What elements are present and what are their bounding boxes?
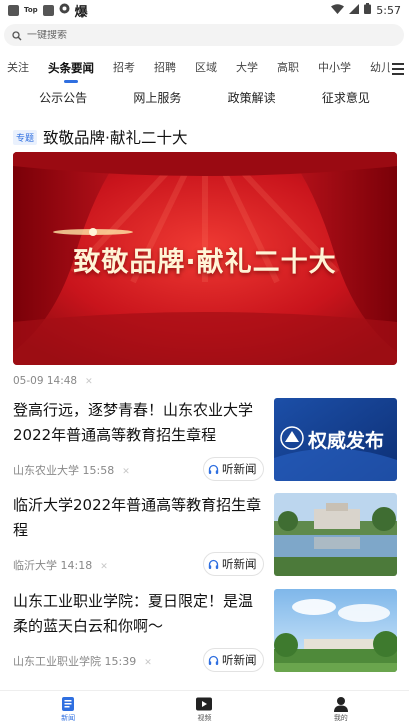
- news-icon: [62, 697, 75, 711]
- news-title: 登高行远，逐梦青春！山东农业大学2022年普通高等教育招生章程: [13, 401, 254, 444]
- search-bar[interactable]: [4, 24, 404, 46]
- search-input[interactable]: [27, 29, 367, 41]
- news-item[interactable]: 山东工业职业学院：夏日限定！是温柔的蓝天白云和你啊～ 山东工业职业学院 15:3…: [13, 589, 397, 679]
- notification-badge-icon: [59, 3, 70, 17]
- tab-vocational[interactable]: 高职: [277, 56, 299, 84]
- dismiss-icon[interactable]: ✕: [100, 562, 108, 572]
- listen-label: 听新闻: [222, 462, 257, 476]
- sub-tab-policy[interactable]: 政策解读: [228, 89, 276, 111]
- bottom-navigation: 新闻 视频 我的: [0, 690, 409, 728]
- banner-meta: 05-09 14:48 ✕: [13, 375, 93, 387]
- tab-admissions[interactable]: 招考: [113, 56, 135, 84]
- thumbnail-caption: 权威发布: [308, 430, 385, 452]
- headphones-icon: [208, 464, 219, 474]
- news-source: 山东农业大学: [13, 464, 79, 477]
- next-news-peek: [13, 683, 397, 690]
- clock-time: 5:57: [376, 3, 401, 17]
- news-title: 山东工业职业学院：夏日限定！是温柔的蓝天白云和你啊～: [13, 592, 254, 635]
- nav-video-label: 视频: [197, 714, 212, 722]
- news-meta: 山东农业大学 15:58 ✕: [13, 462, 130, 478]
- category-tab-bar: 关注 头条要闻 招考 招聘 区域 大学 高职 中小学 幼儿园: [0, 56, 409, 84]
- sub-tab-online-services[interactable]: 网上服务: [133, 89, 181, 111]
- dismiss-icon[interactable]: ✕: [144, 658, 152, 668]
- banner-title-text: 致敬品牌·献礼二十大: [73, 247, 337, 278]
- sub-tab-bar: 公示公告 网上服务 政策解读 征求意见: [0, 89, 409, 111]
- nav-video[interactable]: 视频: [174, 696, 234, 723]
- listen-news-button[interactable]: 听新闻: [203, 552, 264, 576]
- news-title: 临沂大学2022年普通高等教育招生章程: [13, 496, 262, 539]
- listen-news-button[interactable]: 听新闻: [203, 457, 264, 481]
- listen-label: 听新闻: [222, 557, 257, 571]
- nav-news-label: 新闻: [61, 714, 76, 722]
- dismiss-icon[interactable]: ✕: [122, 467, 130, 477]
- news-time: 14:18: [60, 559, 93, 572]
- news-source: 山东工业职业学院: [13, 655, 101, 668]
- news-thumbnail: [274, 493, 397, 576]
- battery-icon: [364, 3, 372, 17]
- news-item[interactable]: 登高行远，逐梦青春！山东农业大学2022年普通高等教育招生章程 山东农业大学 1…: [13, 398, 397, 488]
- sub-tab-announcements[interactable]: 公示公告: [39, 89, 87, 111]
- tab-kindergarten[interactable]: 幼儿园: [370, 56, 390, 84]
- headphones-icon: [208, 559, 219, 569]
- tab-k12[interactable]: 中小学: [318, 56, 351, 84]
- news-meta: 山东工业职业学院 15:39 ✕: [13, 653, 152, 669]
- news-time: 15:39: [104, 655, 137, 668]
- sub-tab-feedback[interactable]: 征求意见: [322, 89, 370, 111]
- topic-header[interactable]: 专题 致敬品牌·献礼二十大: [13, 126, 187, 148]
- notification-app-icon: [8, 4, 19, 16]
- listen-news-button[interactable]: 听新闻: [203, 648, 264, 672]
- channel-menu-icon[interactable]: [392, 63, 404, 78]
- news-thumbnail: 权威发布: [274, 398, 397, 481]
- notification-brand-char: 爆: [74, 4, 88, 20]
- notification-top-label: Top: [24, 6, 38, 14]
- tab-university[interactable]: 大学: [236, 56, 258, 84]
- search-icon: [12, 26, 22, 45]
- video-icon: [196, 697, 213, 711]
- nav-profile-label: 我的: [333, 714, 348, 722]
- banner-time: 05-09 14:48: [13, 375, 78, 387]
- news-time: 15:58: [82, 464, 115, 477]
- tab-region[interactable]: 区域: [195, 56, 217, 84]
- nav-news[interactable]: 新闻: [38, 696, 98, 723]
- wifi-icon: [331, 3, 345, 17]
- status-bar: Top 爆 5:57: [0, 0, 409, 20]
- headphones-icon: [208, 655, 219, 665]
- news-item[interactable]: 临沂大学2022年普通高等教育招生章程 临沂大学 14:18 ✕ 听新闻: [13, 493, 397, 583]
- nav-profile[interactable]: 我的: [311, 696, 371, 723]
- signal-icon: [349, 3, 360, 17]
- topic-title: 致敬品牌·献礼二十大: [43, 129, 188, 147]
- category-tab-scroll[interactable]: 关注 头条要闻 招考 招聘 区域 大学 高职 中小学 幼儿园: [0, 56, 390, 84]
- tab-recruitment[interactable]: 招聘: [154, 56, 176, 84]
- dismiss-icon[interactable]: ✕: [85, 377, 93, 387]
- tab-headlines[interactable]: 头条要闻: [48, 56, 94, 84]
- news-meta: 临沂大学 14:18 ✕: [13, 557, 108, 573]
- tab-follow[interactable]: 关注: [7, 56, 29, 84]
- topic-badge: 专题: [13, 129, 38, 145]
- notification-app-icon-2: [42, 4, 54, 16]
- news-thumbnail: [274, 589, 397, 672]
- topic-banner-image[interactable]: 致敬品牌·献礼二十大: [13, 152, 397, 365]
- news-source: 临沂大学: [13, 559, 57, 572]
- listen-label: 听新闻: [222, 653, 257, 667]
- profile-icon: [333, 697, 348, 712]
